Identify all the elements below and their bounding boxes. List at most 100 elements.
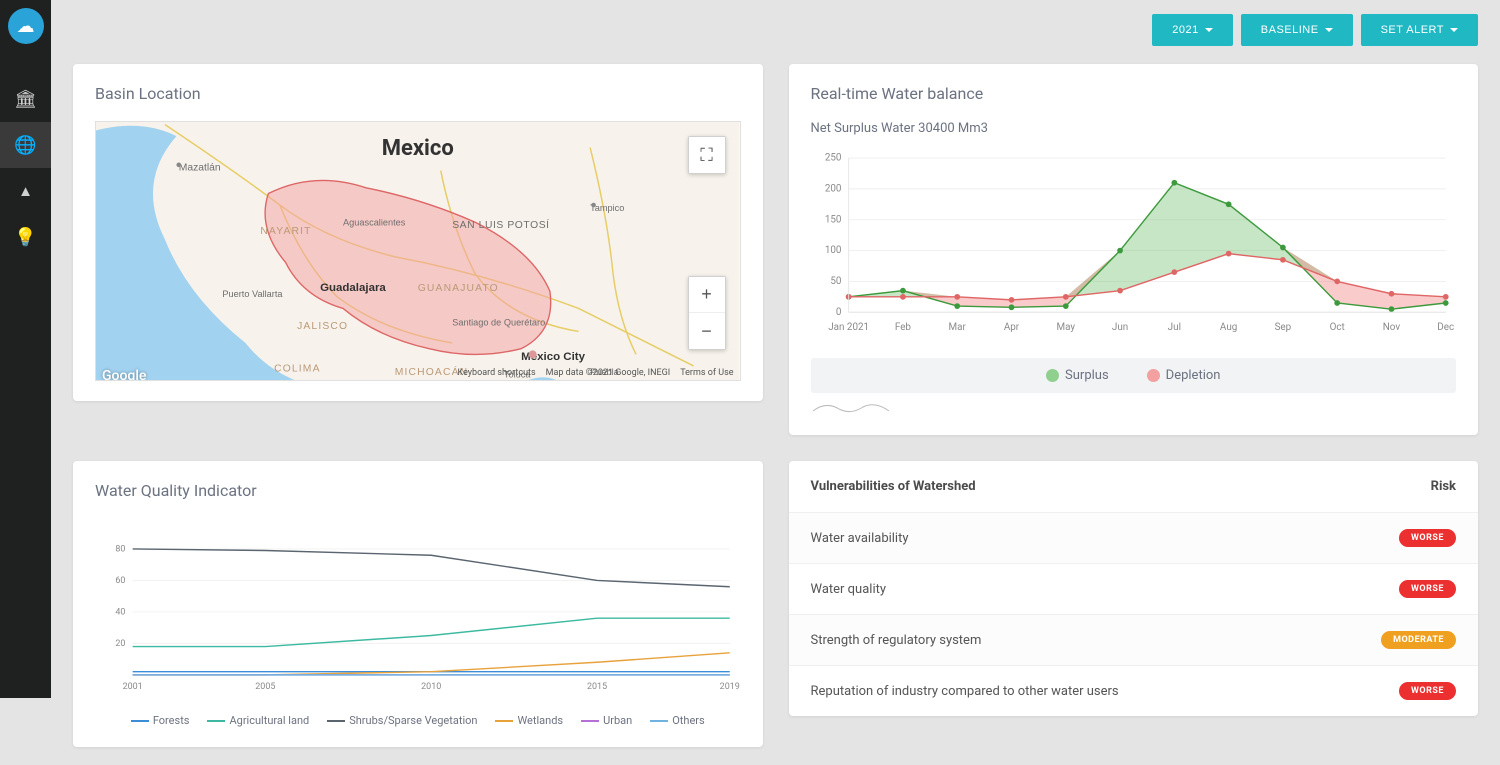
wqi-legend: Forests Agricultural land Shrubs/Sparse Ve… — [95, 714, 741, 727]
risk-badge: WORSE — [1399, 580, 1456, 598]
svg-text:GUANAJUATO: GUANAJUATO — [418, 283, 499, 294]
svg-text:Aguascalientes: Aguascalientes — [343, 218, 406, 228]
svg-text:2010: 2010 — [421, 682, 441, 692]
svg-text:SAN LUIS POTOSÍ: SAN LUIS POTOSÍ — [452, 218, 549, 231]
baseline-dropdown-label: BASELINE — [1261, 24, 1319, 36]
alert-icon: ▲ — [18, 182, 33, 200]
wqi-chart[interactable]: 20 40 60 80 2001 2005 2010 2015 2019 — [95, 518, 741, 708]
vuln-header-left: Vulnerabilities of Watershed — [811, 479, 976, 494]
chevron-down-icon — [1450, 28, 1458, 32]
svg-text:Sep: Sep — [1274, 322, 1291, 333]
cloud-icon: ☁ — [17, 16, 35, 37]
wqi-legend-item[interactable]: Forests — [131, 714, 190, 727]
water-balance-legend: Surplus Depletion — [811, 358, 1457, 393]
svg-text:60: 60 — [115, 576, 125, 586]
vuln-header-right: Risk — [1431, 479, 1456, 494]
depletion-dot-icon — [1147, 369, 1160, 382]
svg-text:Mar: Mar — [948, 322, 966, 333]
risk-badge: MODERATE — [1381, 631, 1456, 649]
svg-text:Nov: Nov — [1382, 322, 1400, 333]
svg-text:200: 200 — [824, 184, 841, 195]
wqi-legend-item[interactable]: Others — [650, 714, 704, 727]
institution-icon: 🏛 — [14, 89, 37, 110]
map-zoom-control: + − — [688, 276, 726, 350]
sidebar-item-alert[interactable]: ▲ — [0, 168, 51, 214]
sidebar-item-idea[interactable]: 💡 — [0, 214, 51, 260]
wqi-card: Water Quality Indicator 20 40 60 80 2001 2005… — [73, 461, 763, 747]
map-terms[interactable]: Terms of Use — [680, 368, 733, 378]
map[interactable]: Durango TAMAULIPAS Mazatlán NAYARIT Agua… — [95, 121, 741, 381]
svg-text:Santiago de Querétaro: Santiago de Querétaro — [452, 318, 545, 328]
baseline-dropdown[interactable]: BASELINE — [1241, 14, 1353, 46]
svg-text:May: May — [1056, 322, 1075, 333]
map-kb-shortcuts[interactable]: Keyboard shortcuts — [458, 368, 536, 378]
wqi-legend-item[interactable]: Wetlands — [495, 714, 563, 727]
svg-text:Aug: Aug — [1219, 322, 1236, 333]
vuln-row[interactable]: Water quality WORSE — [789, 563, 1479, 614]
vuln-label: Water quality — [811, 582, 887, 597]
svg-text:250: 250 — [824, 153, 841, 164]
sidebar: ☁ 🏛 🌐 ▲ 💡 — [0, 0, 51, 698]
idea-icon: 💡 — [14, 227, 36, 248]
svg-text:100: 100 — [824, 245, 841, 256]
svg-text:2019: 2019 — [720, 682, 740, 692]
vuln-row[interactable]: Reputation of industry compared to other… — [789, 665, 1479, 716]
svg-text:40: 40 — [115, 608, 125, 618]
sidebar-item-globe[interactable]: 🌐 — [0, 122, 51, 168]
vuln-row[interactable]: Water availability WORSE — [789, 512, 1479, 563]
svg-text:2015: 2015 — [587, 682, 607, 692]
map-fullscreen-control[interactable]: ⛶ — [688, 136, 726, 174]
vuln-label: Water availability — [811, 531, 909, 546]
set-alert-label: SET ALERT — [1381, 24, 1444, 36]
water-balance-card: Real-time Water balance Net Surplus Wate… — [789, 64, 1479, 435]
sidebar-item-institution[interactable]: 🏛 — [0, 76, 51, 122]
svg-text:Puerto Vallarta: Puerto Vallarta — [222, 289, 283, 299]
wqi-legend-item[interactable]: Agricultural land — [207, 714, 309, 727]
svg-text:Dec: Dec — [1437, 322, 1454, 333]
map-title: Mexico — [382, 136, 454, 161]
water-balance-chart[interactable]: 050100150200250Jan 2021FebMarAprMayJunJu… — [811, 140, 1457, 350]
google-logo: Google — [102, 368, 146, 381]
legend-depletion-label: Depletion — [1166, 368, 1221, 383]
set-alert-dropdown[interactable]: SET ALERT — [1361, 14, 1478, 46]
vuln-row[interactable]: Strength of regulatory system MODERATE — [789, 614, 1479, 665]
svg-text:NAYARIT: NAYARIT — [260, 226, 311, 237]
svg-text:50: 50 — [830, 276, 841, 287]
svg-text:Feb: Feb — [894, 322, 911, 333]
year-dropdown-label: 2021 — [1172, 24, 1198, 36]
risk-badge: WORSE — [1399, 529, 1456, 547]
svg-text:2005: 2005 — [255, 682, 275, 692]
chevron-down-icon — [1205, 28, 1213, 32]
map-attribution: Map data ©2021 Google, INEGI — [546, 368, 671, 378]
vuln-label: Reputation of industry compared to other… — [811, 684, 1119, 699]
svg-text:Jul: Jul — [1167, 322, 1180, 333]
svg-text:Jan 2021: Jan 2021 — [828, 322, 869, 333]
basin-location-card: Basin Location — [73, 64, 763, 401]
svg-text:JALISCO: JALISCO — [297, 321, 348, 332]
surplus-dot-icon — [1046, 369, 1059, 382]
vulnerabilities-card: Vulnerabilities of Watershed Risk Water … — [789, 461, 1479, 716]
svg-text:Jun: Jun — [1111, 322, 1127, 333]
year-dropdown[interactable]: 2021 — [1152, 14, 1232, 46]
svg-text:20: 20 — [115, 639, 125, 649]
legend-surplus-label: Surplus — [1065, 368, 1109, 383]
zoom-in-button[interactable]: + — [689, 277, 725, 313]
globe-icon: 🌐 — [14, 135, 36, 156]
svg-text:0: 0 — [835, 307, 841, 318]
water-balance-title: Real-time Water balance — [811, 84, 1457, 103]
chevron-down-icon — [1325, 28, 1333, 32]
zoom-out-button[interactable]: − — [689, 313, 725, 349]
svg-text:Apr: Apr — [1003, 322, 1019, 333]
wqi-legend-item[interactable]: Urban — [581, 714, 632, 727]
app-logo[interactable]: ☁ — [8, 8, 44, 44]
fullscreen-icon[interactable]: ⛶ — [689, 137, 725, 173]
topbar: 2021 BASELINE SET ALERT — [51, 0, 1500, 46]
vuln-label: Strength of regulatory system — [811, 633, 982, 648]
chart-brush[interactable] — [811, 399, 1457, 415]
wqi-title: Water Quality Indicator — [95, 481, 741, 500]
basin-location-title: Basin Location — [95, 84, 741, 103]
wqi-legend-item[interactable]: Shrubs/Sparse Vegetation — [327, 714, 477, 727]
svg-text:80: 80 — [115, 545, 125, 555]
svg-text:2001: 2001 — [123, 682, 143, 692]
svg-text:Mazatlán: Mazatlán — [179, 163, 221, 174]
